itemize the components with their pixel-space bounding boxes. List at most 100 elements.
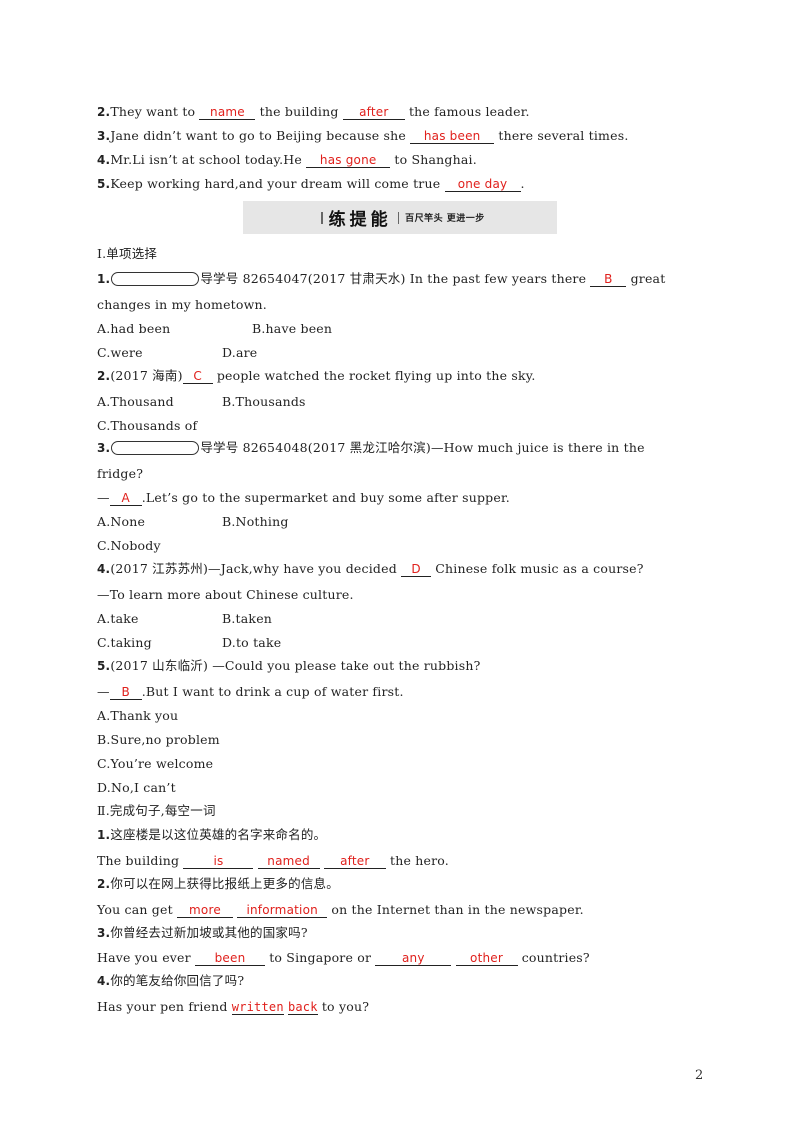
answer-blank: named: [257, 854, 320, 869]
option-c: C.You’re welcome: [97, 756, 214, 771]
answer-blank: been: [195, 951, 266, 966]
question-text: (2017 海南): [110, 368, 183, 383]
question-number: 2.: [97, 369, 111, 383]
question-1: 1. 导学号 82654047(2017 甘肃天水) In the past fe…: [97, 271, 665, 288]
page-number: 2: [695, 1068, 704, 1083]
options-row: A.take B.taken: [97, 611, 272, 627]
item-number: 4.: [97, 974, 111, 988]
answer-text: D: [411, 562, 421, 576]
answer-text: any: [401, 951, 425, 965]
answer-blank: more: [177, 903, 233, 918]
sentence-text: Have you ever: [97, 950, 196, 965]
item-text: They want to: [110, 104, 200, 119]
answer-blank: B: [109, 685, 142, 700]
item-text: .: [520, 176, 525, 191]
question-3: 3. 导学号 82654048(2017 黑龙江哈尔滨)—How much jui…: [97, 440, 645, 457]
item-number: 1.: [97, 828, 111, 842]
question-3-reply: — A .Let’s go to the supermarket and buy s…: [97, 490, 510, 506]
answer-blank: has been: [410, 129, 495, 144]
question-5: 5.(2017 山东临沂) —Could you please take out…: [97, 658, 481, 674]
answer-text: after: [359, 105, 389, 119]
sentence-text: Has your pen friend: [97, 999, 232, 1014]
question-text: 导学号 82654047(2017 甘肃天水) In the past few …: [200, 271, 591, 286]
question-5-reply: — B .But I want to drink a cup of water fi…: [97, 684, 404, 700]
options-row: C.were D.are: [97, 345, 257, 361]
question-number: 5.: [97, 659, 111, 673]
answer-blank: D: [401, 562, 432, 577]
answer-blank: after: [342, 105, 405, 120]
option-c: C.Nobody: [97, 538, 161, 553]
options-row: A.had been B.have been: [97, 321, 332, 337]
item-text: there several times.: [494, 128, 629, 143]
item-number: 3.: [97, 129, 111, 143]
banner-subtitle: 百尺竿头 更进一步: [405, 214, 485, 224]
item-number: 3.: [97, 926, 111, 940]
answer-text: A: [121, 491, 130, 505]
sentence-text: to Singapore or: [265, 950, 376, 965]
dash: —: [97, 684, 110, 699]
answer-blank: other: [455, 951, 518, 966]
item-text: the building: [255, 104, 343, 119]
answer-blank: one day: [444, 177, 521, 192]
chinese-prompt: 你曾经去过新加坡或其他的国家吗?: [110, 925, 308, 940]
sentence-text: countries?: [517, 950, 590, 965]
section-heading: Ⅰ.单项选择: [97, 246, 158, 261]
answer-blank: has gone: [306, 153, 391, 168]
sentence-3: Have you ever been to Singapore or any o…: [97, 950, 590, 966]
options-row: A.None B.Nothing: [97, 514, 289, 530]
answer-blank: B: [590, 272, 627, 287]
question-text: (2017 山东临沂) —Could you please take out t…: [110, 658, 481, 673]
section-banner: 练提能 百尺竿头 更进一步: [243, 201, 557, 234]
question-number: 3.: [97, 441, 111, 455]
item-text: to Shanghai.: [390, 152, 477, 167]
question-text: .But I want to drink a cup of water firs…: [141, 684, 404, 699]
option-b: B.have been: [252, 321, 333, 336]
option-a: A.None: [97, 514, 146, 529]
option-d: D.are: [222, 345, 258, 360]
divider: [321, 211, 323, 224]
option-a: A.Thousand: [97, 394, 174, 409]
option-d: D.No,I can’t: [97, 780, 176, 795]
answer-blank: A: [109, 491, 142, 506]
sentence-1: The building is named after the hero.: [97, 853, 449, 869]
answer-text: information: [246, 903, 318, 917]
option-a: A.had been: [97, 321, 171, 336]
item-text: Keep working hard,and your dream will co…: [110, 176, 445, 191]
sentence-4: Has your pen friend written back to you?: [97, 999, 369, 1015]
question-text: .Let’s go to the supermarket and buy som…: [141, 490, 510, 505]
banner-title: 练提能: [328, 210, 392, 230]
answer-text: has been: [423, 129, 481, 143]
answer-text: been: [214, 951, 246, 965]
sentence-text: the hero.: [385, 853, 449, 868]
chinese-prompt: 这座楼是以这位英雄的名字来命名的。: [110, 827, 327, 842]
question-text: Chinese folk music as a course?: [431, 561, 644, 576]
question-text: changes in my hometown.: [97, 297, 267, 312]
sentence-2: You can get more information on the Inte…: [97, 902, 584, 918]
chinese-prompt: 你可以在网上获得比报纸上更多的信息。: [110, 876, 339, 891]
option-c: C.were: [97, 345, 143, 360]
question-text: fridge?: [97, 466, 144, 481]
question-text: great: [626, 271, 666, 286]
question-2: 2.(2017 海南) C people watched the rocket f…: [97, 368, 536, 384]
top-item-4: 4.Mr.Li isn’t at school today.He has gon…: [97, 152, 477, 168]
answer-text: B: [121, 685, 130, 699]
question-text: —To learn more about Chinese culture.: [97, 587, 354, 602]
options-row: C.taking D.to take: [97, 635, 281, 651]
answer-blank: information: [237, 903, 328, 918]
answer-text: named: [267, 854, 310, 868]
item-number: 2.: [97, 105, 111, 119]
top-item-3: 3.Jane didn’t want to go to Beijing beca…: [97, 128, 629, 144]
section-heading: Ⅱ.完成句子,每空一词: [97, 803, 216, 818]
answer-text: B: [604, 272, 613, 286]
question-4: 4.(2017 江苏苏州)—Jack,why have you decided …: [97, 561, 644, 577]
answer-blank: C: [182, 369, 213, 384]
sentence-4-prompt: 4.你的笔友给你回信了吗?: [97, 973, 244, 989]
question-number: 4.: [97, 562, 111, 576]
option-a: A.take: [97, 611, 139, 626]
dash: —: [97, 490, 110, 505]
question-text: people watched the rocket flying up into…: [212, 368, 536, 383]
question-text: 导学号 82654048(2017 黑龙江哈尔滨)—How much juice…: [200, 440, 645, 455]
sentence-text: to you?: [317, 999, 370, 1014]
answer-text: more: [189, 903, 221, 917]
answer-text: name: [210, 105, 245, 119]
